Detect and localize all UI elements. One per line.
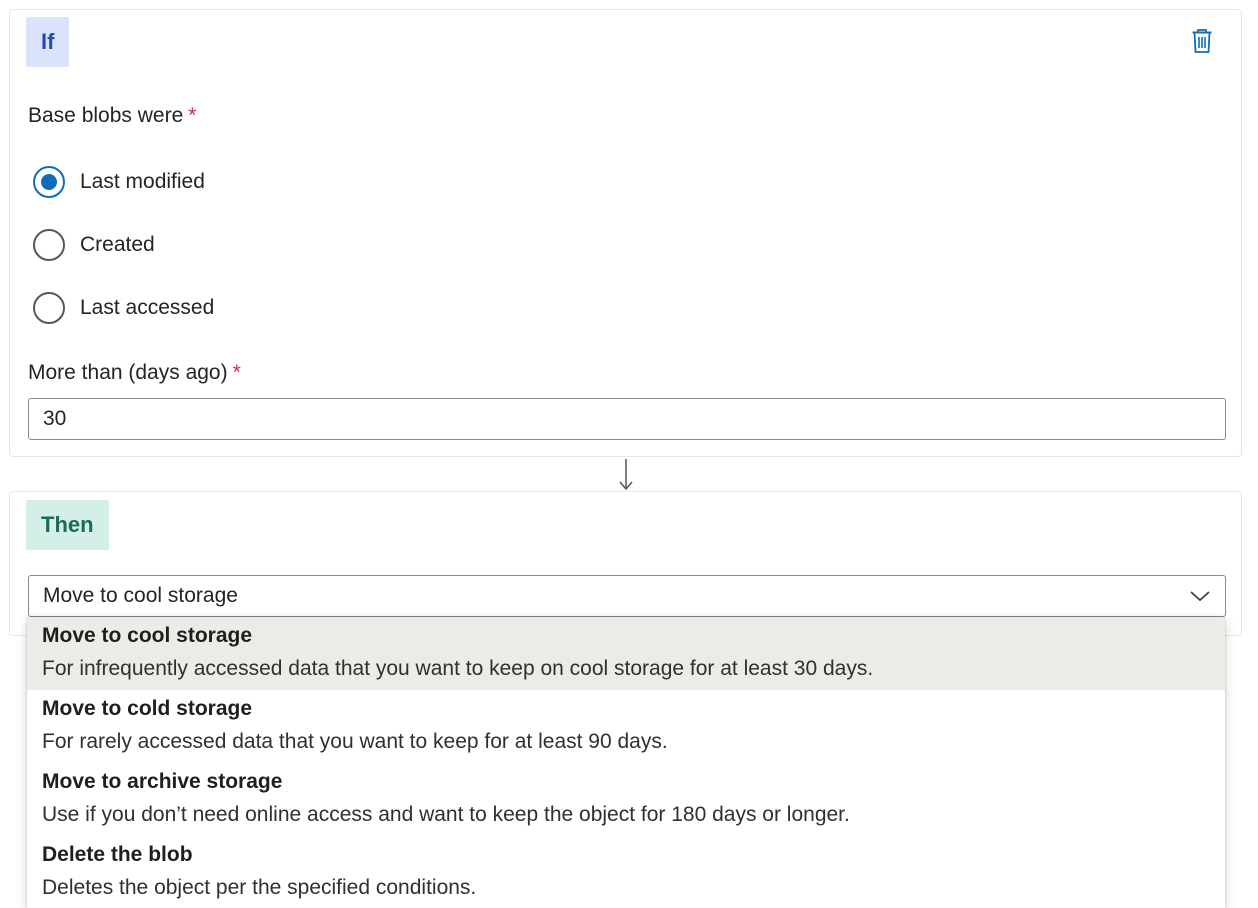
radio-last-modified[interactable]: Last modified — [33, 165, 205, 199]
option-move-to-cold[interactable]: Move to cold storage For rarely accessed… — [27, 690, 1225, 763]
required-marker: * — [232, 361, 241, 384]
option-title: Move to archive storage — [42, 770, 283, 793]
radio-button[interactable] — [33, 292, 65, 324]
base-blobs-label: Base blobs were * — [28, 104, 196, 128]
radio-button-checked[interactable] — [33, 166, 65, 198]
radio-created[interactable]: Created — [33, 228, 155, 262]
radio-last-accessed[interactable]: Last accessed — [33, 291, 214, 325]
option-description: For rarely accessed data that you want t… — [42, 730, 668, 753]
option-description: For infrequently accessed data that you … — [42, 657, 874, 680]
days-ago-label-text: More than (days ago) — [28, 361, 228, 384]
base-blobs-label-text: Base blobs were — [28, 104, 184, 127]
action-select-value: Move to cool storage — [43, 584, 238, 607]
required-marker: * — [188, 104, 197, 127]
radio-label-created: Created — [80, 233, 155, 256]
arrow-down-icon — [619, 459, 633, 491]
days-ago-label: More than (days ago) * — [28, 361, 241, 385]
option-description: Deletes the object per the specified con… — [42, 876, 477, 899]
chevron-down-icon[interactable] — [1189, 589, 1211, 603]
option-title: Move to cold storage — [42, 697, 253, 720]
if-tag: If — [26, 17, 70, 67]
radio-label-last-modified: Last modified — [80, 170, 205, 193]
if-condition-card: If Base blobs were * Last modified Create… — [9, 9, 1242, 457]
option-title: Move to cool storage — [42, 624, 253, 647]
option-move-to-archive[interactable]: Move to archive storage Use if you don’t… — [27, 763, 1225, 836]
option-move-to-cool[interactable]: Move to cool storage For infrequently ac… — [27, 617, 1225, 690]
action-select[interactable]: Move to cool storage — [28, 575, 1226, 617]
action-dropdown-list: Move to cool storage For infrequently ac… — [27, 617, 1225, 908]
option-title: Delete the blob — [42, 843, 193, 866]
radio-label-last-accessed: Last accessed — [80, 296, 215, 319]
option-delete-blob[interactable]: Delete the blob Deletes the object per t… — [27, 836, 1225, 908]
then-action-card: Then Move to cool storage — [9, 491, 1242, 636]
trash-icon[interactable] — [1190, 28, 1214, 54]
then-tag: Then — [26, 500, 109, 550]
days-ago-input[interactable] — [28, 398, 1226, 440]
option-description: Use if you don’t need online access and … — [42, 803, 850, 826]
radio-button[interactable] — [33, 229, 65, 261]
